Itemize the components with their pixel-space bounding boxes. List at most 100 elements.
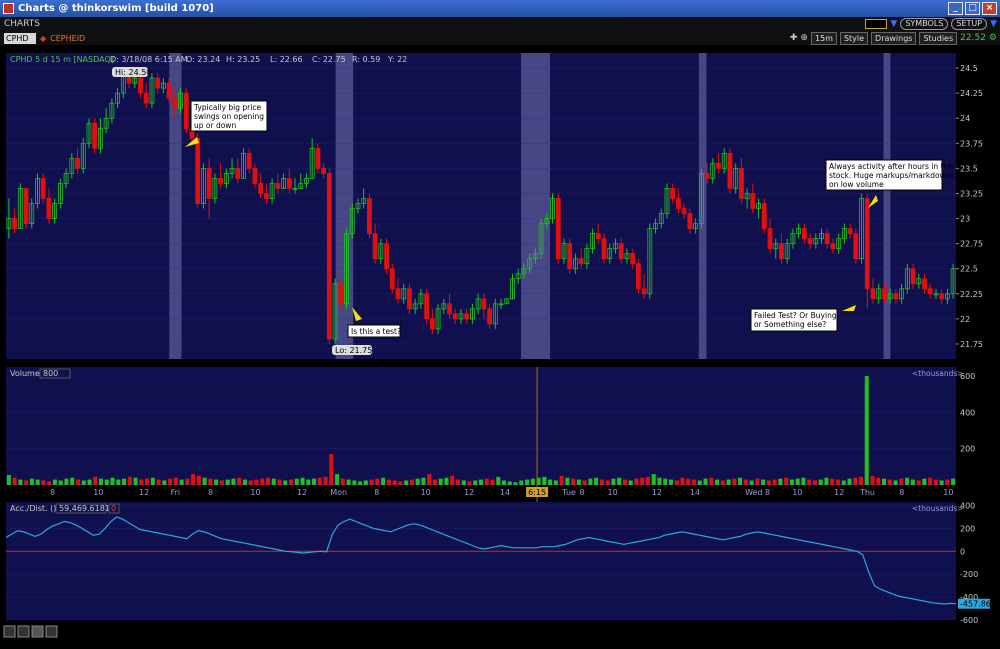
candle-body[interactable] [830,243,836,250]
candle-body[interactable] [143,92,149,104]
volume-bar[interactable] [363,480,368,485]
style-button[interactable]: Style [839,31,869,45]
volume-bar[interactable] [438,478,443,485]
candle-body[interactable] [618,243,624,260]
volume-bar[interactable] [225,479,230,485]
volume-bar[interactable] [749,480,754,485]
volume-bar[interactable] [761,479,766,485]
volume-bar[interactable] [634,478,639,485]
volume-bar[interactable] [455,479,460,485]
candle-body[interactable] [384,243,389,270]
candle-body[interactable] [853,233,859,260]
single-layout-icon[interactable] [17,625,30,638]
volume-bar[interactable] [599,479,604,485]
volume-bar[interactable] [98,478,104,485]
volume-bar[interactable] [478,479,484,485]
volume-bar[interactable] [398,481,403,485]
volume-bar[interactable] [145,478,150,485]
volume-bar[interactable] [784,477,789,485]
candle-body[interactable] [252,167,258,184]
candle-body[interactable] [922,278,927,290]
volume-bar[interactable] [853,477,858,485]
volume-bar[interactable] [288,479,294,485]
volume-bar[interactable] [300,477,305,485]
volume-bar[interactable] [692,479,697,485]
volume-bar[interactable] [329,454,334,485]
candle-body[interactable] [447,303,452,315]
volume-bar[interactable] [386,479,391,485]
volume-bar[interactable] [628,480,633,485]
volume-bar[interactable] [617,477,622,485]
volume-bar[interactable] [732,478,737,485]
candle-body[interactable] [676,198,681,209]
volume-bar[interactable] [375,478,380,485]
candle-body[interactable] [246,152,252,169]
candle-body[interactable] [687,213,693,229]
volume-bar[interactable] [951,478,956,485]
timeframe-button[interactable]: 15m [810,31,837,45]
candle-body[interactable] [315,147,321,169]
candle-body[interactable] [12,218,17,229]
volume-bar[interactable] [415,478,420,485]
volume-bar[interactable] [835,479,840,485]
volume-bar[interactable] [766,480,771,485]
volume-bar[interactable] [697,480,702,485]
volume-bar[interactable] [738,477,743,485]
volume-bar[interactable] [778,478,783,485]
volume-bar[interactable] [277,479,282,485]
candle-body[interactable] [864,198,870,290]
candle-body[interactable] [429,318,435,330]
candle-body[interactable] [75,157,80,169]
volume-bar[interactable] [893,480,898,485]
volume-bar[interactable] [265,477,270,485]
candle-body[interactable] [389,268,395,290]
volume-bar[interactable] [219,480,224,485]
candle-body[interactable] [481,298,487,310]
volume-bar[interactable] [830,478,835,485]
candle-body[interactable] [487,308,492,325]
candle-body[interactable] [258,183,264,194]
candle-body[interactable] [761,203,767,229]
symbol-input[interactable]: CPHD [4,32,36,44]
volume-bar[interactable] [18,479,23,485]
volume-bar[interactable] [254,479,259,485]
volume-bar[interactable] [870,475,875,485]
candle-body[interactable] [195,137,201,204]
volume-bar[interactable] [312,478,317,485]
volume-bar[interactable] [450,475,455,485]
candle-body[interactable] [555,198,561,260]
volume-bar[interactable] [530,478,535,485]
volume-bar[interactable] [743,479,748,485]
volume-bar[interactable] [807,479,812,485]
volume-bar[interactable] [571,478,576,485]
volume-bar[interactable] [726,479,731,485]
volume-bar[interactable] [605,480,610,485]
volume-bar[interactable] [196,475,201,485]
volume-bar[interactable] [709,477,714,485]
volume-bar[interactable] [565,477,570,485]
volume-bar[interactable] [41,480,46,485]
candle-body[interactable] [235,167,241,179]
candle-body[interactable] [172,97,178,109]
color-icon[interactable] [31,625,44,638]
volume-bar[interactable] [939,480,944,485]
volume-bar[interactable] [271,478,276,485]
volume-bar[interactable] [548,479,553,485]
maximize-button[interactable]: □ [965,2,980,15]
candle-body[interactable] [801,228,807,240]
volume-bar[interactable] [358,481,363,485]
volume-bar[interactable] [945,479,950,485]
candle-body[interactable] [779,243,784,260]
volume-bar[interactable] [645,476,650,485]
candle-body[interactable] [407,288,412,310]
candle-body[interactable] [338,283,344,305]
volume-bar[interactable] [864,376,869,485]
volume-bar[interactable] [502,480,507,485]
candle-body[interactable] [263,193,269,199]
volume-bar[interactable] [24,480,29,485]
volume-bar[interactable] [202,477,207,485]
volume-bar[interactable] [58,480,63,485]
volume-bar[interactable] [70,477,75,485]
candle-body[interactable] [767,228,773,250]
candle-body[interactable] [635,263,641,290]
